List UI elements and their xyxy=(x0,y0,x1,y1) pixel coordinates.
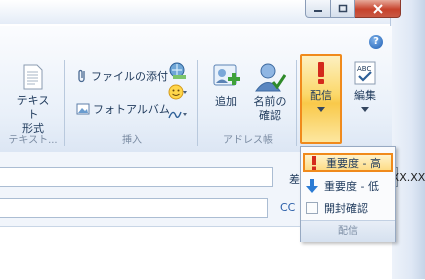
close-button[interactable] xyxy=(355,0,401,18)
menu-item-label: 重要度 - 低 xyxy=(324,179,379,193)
exclamation-icon xyxy=(305,154,323,172)
spellcheck-icon: ABC xyxy=(354,61,376,85)
signature-icon[interactable] xyxy=(168,106,188,122)
delivery-menu: 重要度 - 高 重要度 - 低 開封確認 配信 xyxy=(300,146,396,242)
menu-item-label: 開封確認 xyxy=(324,201,368,215)
menu-item-read-receipt[interactable]: 開封確認 xyxy=(303,198,393,217)
window-controls xyxy=(305,0,401,18)
minimize-icon xyxy=(314,9,322,12)
minimize-button[interactable] xyxy=(305,0,331,18)
maximize-icon xyxy=(338,4,347,12)
svg-text:ABC: ABC xyxy=(357,65,371,73)
edit-button[interactable]: ABC 編集 xyxy=(346,60,384,113)
checkbox-icon xyxy=(303,199,321,217)
maximize-button[interactable] xyxy=(331,0,355,18)
delivery-button-content[interactable]: 配信 xyxy=(302,60,340,113)
check-names-button[interactable]: 名前の 確認 xyxy=(248,62,292,123)
address-book-group-label: アドレス帳 xyxy=(223,135,273,146)
text-group-label: テキスト... xyxy=(8,135,58,146)
business-card-icon[interactable] xyxy=(169,62,187,80)
cc-link[interactable]: CC xyxy=(280,201,295,214)
insert-group-label: 挿入 xyxy=(122,135,142,146)
group-separator xyxy=(64,60,65,146)
attach-file-label: ファイルの添付 xyxy=(91,70,168,83)
add-contact-icon xyxy=(213,64,240,86)
delivery-label: 配信 xyxy=(310,89,332,102)
add-contact-button[interactable]: 追加 xyxy=(208,62,244,109)
paperclip-icon xyxy=(78,69,85,83)
text-format-button[interactable]: テキスト 形式 xyxy=(12,64,54,136)
menu-footer: 配信 xyxy=(301,220,395,242)
menu-item-label: 重要度 - 高 xyxy=(326,156,381,170)
menu-item-importance-low[interactable]: 重要度 - 低 xyxy=(303,176,393,195)
check-names-label-2: 確認 xyxy=(259,109,281,122)
attach-file-button[interactable]: ファイルの添付 xyxy=(76,68,168,84)
photo-album-label: フォトアルバム xyxy=(93,103,170,116)
add-label: 追加 xyxy=(215,95,237,108)
group-separator xyxy=(296,60,297,146)
down-arrow-icon xyxy=(303,177,321,195)
group-separator xyxy=(197,60,198,146)
chevron-down-icon xyxy=(361,107,369,112)
subject-input[interactable] xyxy=(0,198,268,218)
photo-icon xyxy=(76,103,90,115)
check-names-label-1: 名前の xyxy=(253,95,287,108)
exclamation-icon xyxy=(318,62,324,84)
help-icon[interactable]: ? xyxy=(369,35,383,49)
photo-album-button[interactable]: フォトアルバム xyxy=(76,101,170,117)
text-format-label-1: テキスト xyxy=(16,94,50,121)
edit-label: 編集 xyxy=(354,89,376,102)
check-names-icon xyxy=(255,63,286,92)
emoticon-icon[interactable] xyxy=(168,84,188,100)
close-icon xyxy=(372,3,383,14)
to-input[interactable] xyxy=(0,167,273,187)
chevron-down-icon xyxy=(317,107,325,112)
menu-item-importance-high[interactable]: 重要度 - 高 xyxy=(303,153,393,172)
document-icon xyxy=(23,64,43,90)
